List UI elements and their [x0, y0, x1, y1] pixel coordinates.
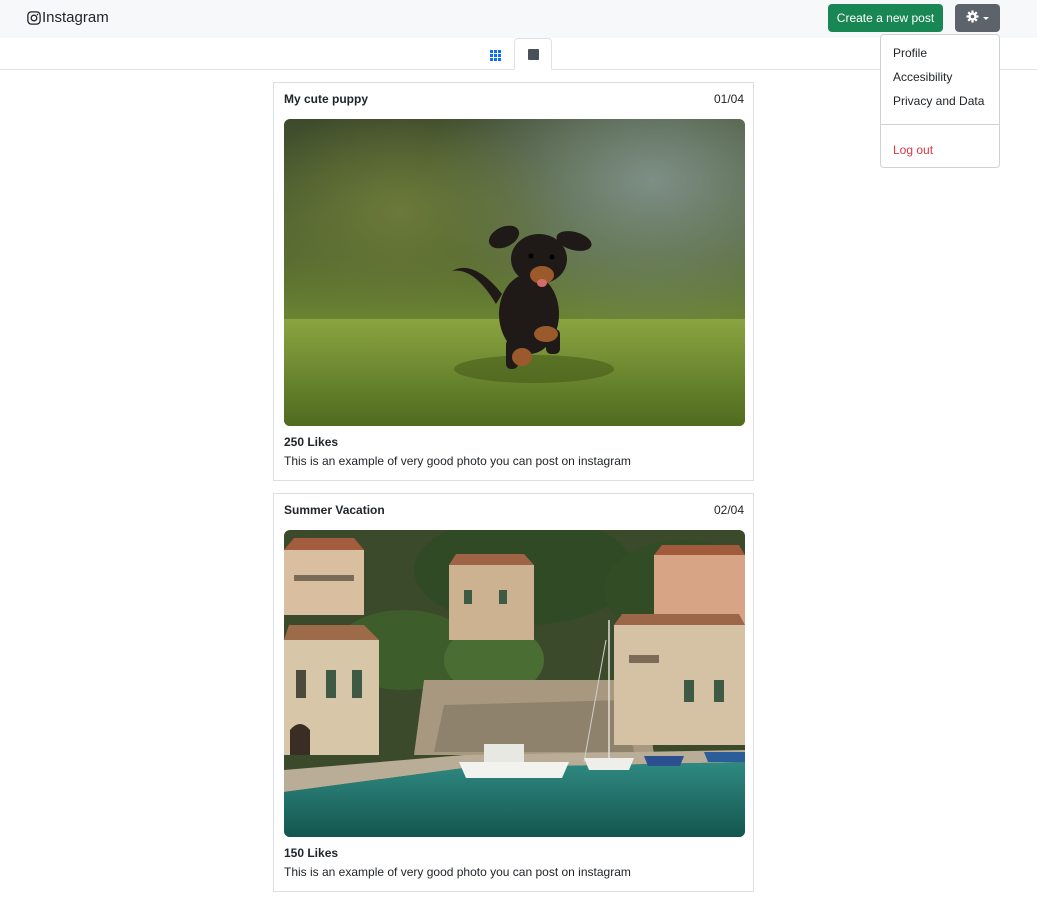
tab-single-view[interactable]: [514, 38, 552, 70]
menu-item-profile[interactable]: Profile: [893, 46, 927, 60]
instagram-icon: [27, 10, 41, 25]
grid-icon: [489, 48, 501, 66]
settings-dropdown-menu: Profile Accesibility Privacy and Data Lo…: [880, 34, 1000, 168]
gear-icon: [966, 10, 979, 26]
post-title: Summer Vacation: [284, 503, 385, 517]
square-icon: [527, 48, 539, 60]
menu-item-logout[interactable]: Log out: [893, 143, 933, 157]
menu-item-privacy-data[interactable]: Privacy and Data: [893, 94, 984, 108]
brand-name: Instagram: [42, 9, 109, 26]
harbor-village-photo[interactable]: [284, 530, 745, 837]
post-index: 02/04: [713, 503, 744, 517]
menu-item-accessibility[interactable]: Accesibility: [893, 70, 952, 84]
create-post-button[interactable]: Create a new post: [828, 4, 943, 32]
post-likes: 150 Likes: [284, 846, 339, 860]
post-title: My cute puppy: [284, 92, 369, 106]
running-puppy-photo[interactable]: [284, 119, 745, 426]
menu-divider: [881, 124, 999, 125]
tab-grid-view[interactable]: [478, 44, 512, 69]
post-card: Summer Vacation 02/04 150 Likes This is …: [273, 493, 754, 892]
top-navbar: Instagram Create a new post: [0, 0, 1037, 38]
settings-dropdown-button[interactable]: [955, 4, 1000, 32]
post-caption: This is an example of very good photo yo…: [284, 865, 631, 879]
brand-link[interactable]: Instagram: [27, 9, 109, 26]
post-likes: 250 Likes: [284, 435, 339, 449]
post-caption: This is an example of very good photo yo…: [284, 454, 631, 468]
post-card: My cute puppy 01/04 250 Likes This is an…: [273, 82, 754, 481]
chevron-down-icon: [983, 16, 989, 20]
post-index: 01/04: [713, 92, 744, 106]
